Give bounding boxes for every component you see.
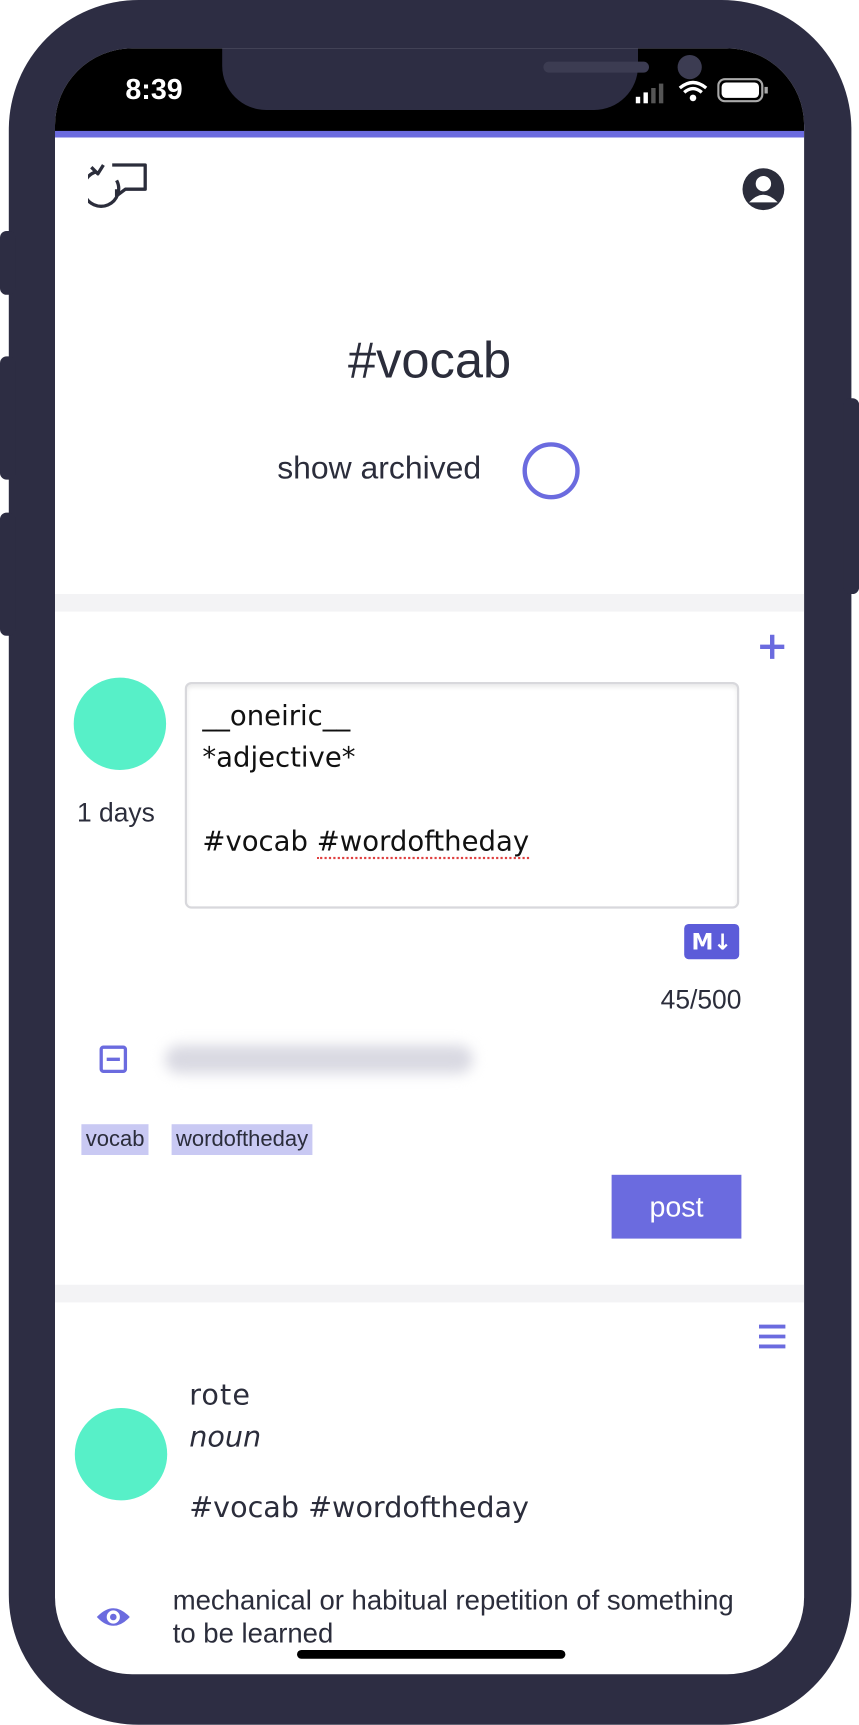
section-divider	[55, 594, 804, 612]
status-time: 8:39	[125, 73, 235, 107]
show-archived-label: show archived	[277, 451, 481, 487]
blurred-preview	[165, 1045, 473, 1074]
editor-tag-wordoftheday: #wordoftheday	[317, 825, 529, 859]
char-counter: 45/500	[583, 986, 741, 1017]
collapse-icon[interactable]	[99, 1045, 128, 1074]
post-age: 1 days	[77, 799, 155, 830]
speaker	[543, 62, 649, 73]
volume-down-button	[0, 513, 15, 636]
entry-word: rote	[189, 1379, 251, 1412]
rotate-chat-icon[interactable]	[88, 158, 147, 211]
section-divider	[55, 1285, 804, 1303]
plus-icon[interactable]	[757, 631, 788, 662]
battery-icon	[717, 77, 770, 103]
post-button[interactable]: post	[612, 1175, 742, 1239]
post-editor-text: __oneiric__*adjective* #vocab #wordofthe…	[202, 695, 529, 862]
mute-switch	[0, 231, 15, 295]
accent-bar	[55, 131, 804, 138]
entry-hashtags: #vocab #wordoftheday	[189, 1492, 529, 1525]
notch	[222, 48, 638, 110]
power-button	[844, 398, 859, 594]
camera	[678, 55, 702, 79]
entry-part-of-speech: noun	[189, 1421, 261, 1454]
home-indicator	[297, 1650, 565, 1659]
tag-wordoftheday[interactable]: wordoftheday	[172, 1124, 313, 1155]
account-icon[interactable]	[741, 167, 785, 211]
signal-icon	[634, 81, 667, 103]
avatar	[75, 1408, 167, 1500]
eye-icon[interactable]	[95, 1604, 132, 1630]
entry-definition: mechanical or habitual repetition of som…	[173, 1584, 745, 1650]
tag-vocab[interactable]: vocab	[81, 1124, 149, 1155]
menu-icon[interactable]	[757, 1322, 788, 1351]
page-title: #vocab	[55, 330, 804, 389]
post-editor[interactable]: __oneiric__*adjective* #vocab #wordofthe…	[185, 682, 739, 909]
avatar	[74, 678, 166, 770]
editor-line-word: __oneiric__	[202, 695, 529, 737]
screen: 8:39 #vocab	[55, 48, 804, 1674]
wifi-icon	[678, 79, 709, 103]
editor-line-tags: #vocab #wordoftheday	[202, 821, 529, 863]
show-archived-toggle[interactable]	[523, 442, 580, 499]
editor-tag-vocab: #vocab	[202, 825, 308, 857]
markdown-badge[interactable]: M↓	[684, 924, 739, 959]
volume-up-button	[0, 356, 15, 479]
editor-line-pos: *adjective*	[202, 737, 529, 779]
